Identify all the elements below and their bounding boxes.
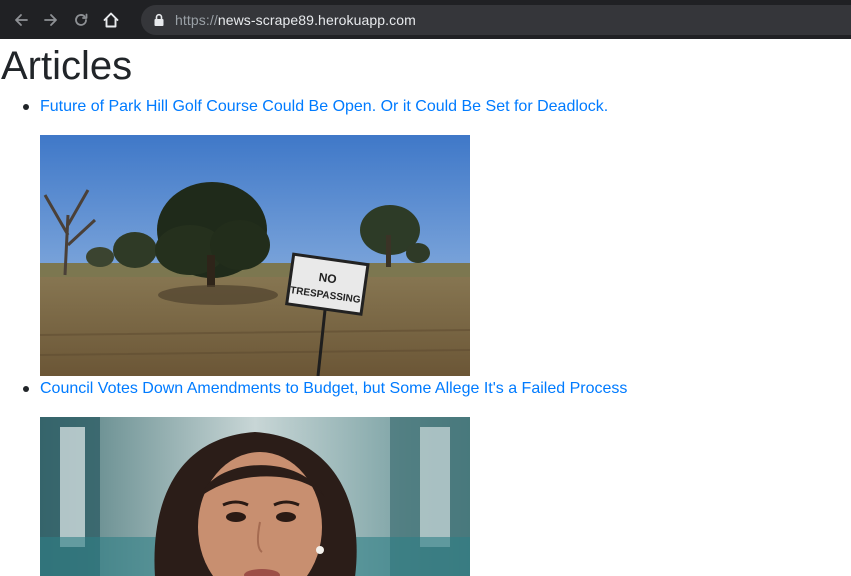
forward-button[interactable] bbox=[36, 0, 66, 39]
reload-button[interactable] bbox=[66, 0, 96, 39]
article-link[interactable]: Future of Park Hill Golf Course Could Be… bbox=[40, 97, 608, 117]
url-text: https://news-scrape89.herokuapp.com bbox=[175, 12, 416, 28]
article-image[interactable]: NO TRESPASSING bbox=[40, 135, 470, 376]
browser-toolbar: https://news-scrape89.herokuapp.com bbox=[0, 0, 851, 39]
lock-icon bbox=[151, 12, 167, 28]
article-link[interactable]: Council Votes Down Amendments to Budget,… bbox=[40, 379, 627, 399]
list-bullet bbox=[23, 104, 29, 110]
back-button[interactable] bbox=[6, 0, 36, 39]
arrow-left-icon bbox=[15, 13, 28, 26]
url-scheme: https:// bbox=[175, 12, 218, 28]
reload-icon bbox=[75, 13, 88, 26]
address-bar[interactable]: https://news-scrape89.herokuapp.com bbox=[141, 5, 851, 35]
home-button[interactable] bbox=[96, 0, 126, 39]
url-host: news-scrape89.herokuapp.com bbox=[217, 12, 416, 28]
page-content: Articles Future of Park Hill Golf Course… bbox=[0, 39, 851, 576]
svg-text:NO: NO bbox=[318, 270, 338, 286]
article-image[interactable] bbox=[40, 417, 470, 576]
arrow-right-icon bbox=[44, 13, 57, 26]
list-bullet bbox=[23, 386, 29, 392]
page-title: Articles bbox=[1, 44, 133, 88]
home-icon bbox=[103, 12, 119, 27]
